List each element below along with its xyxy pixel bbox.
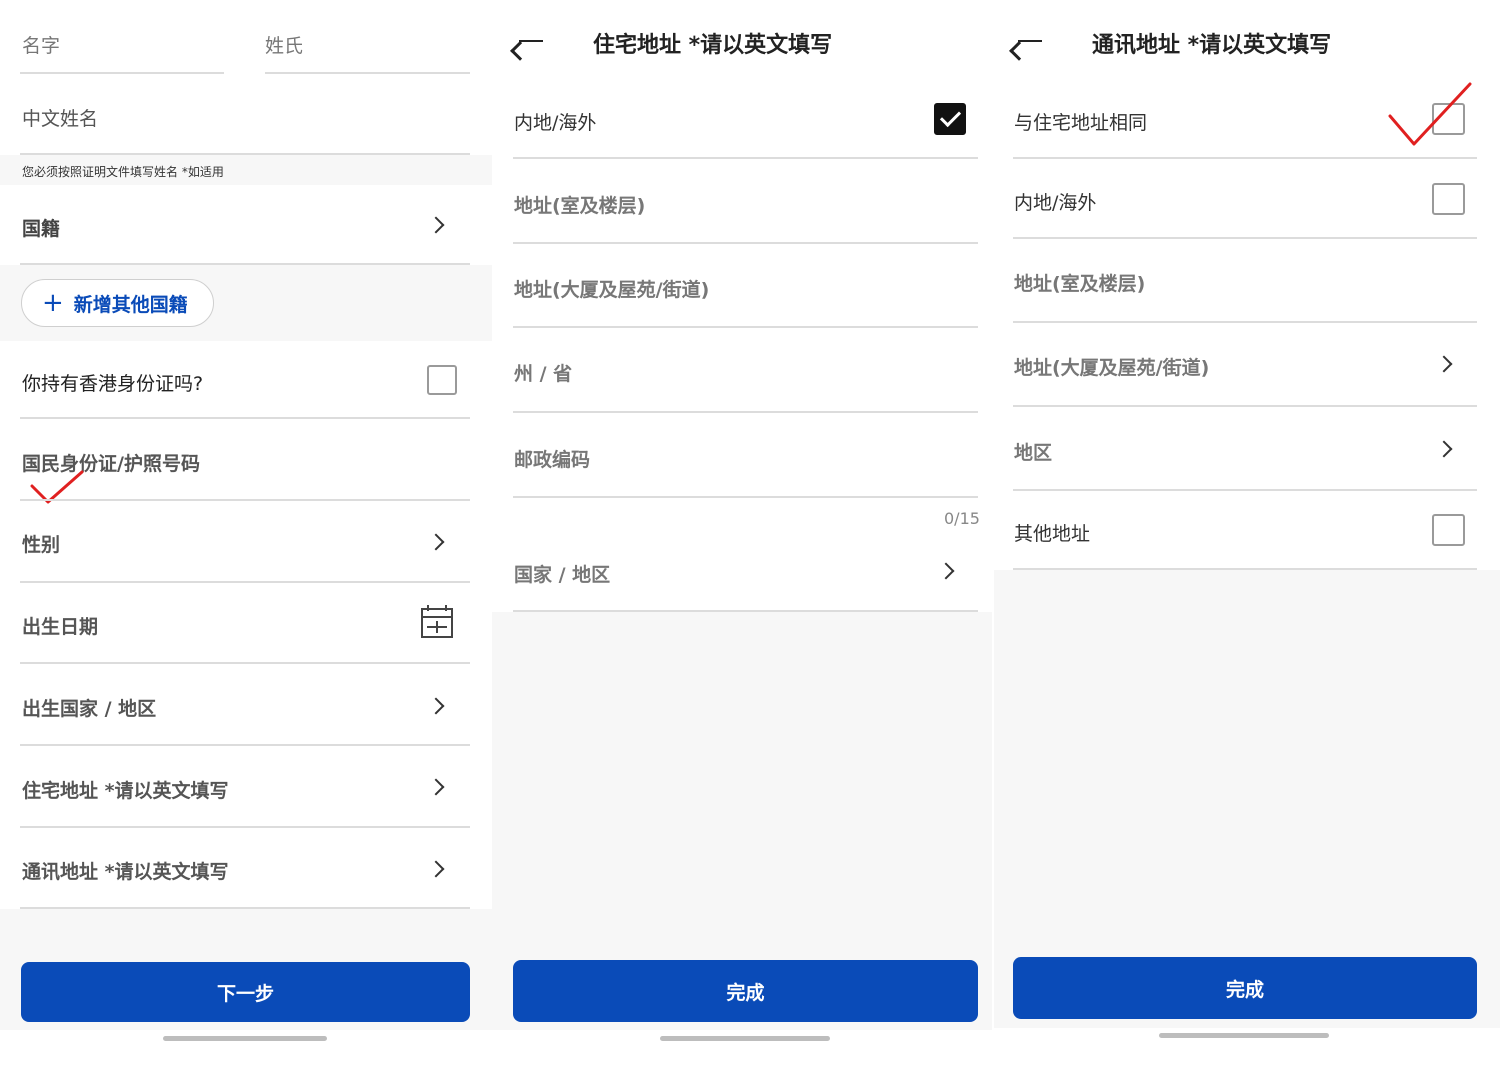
other-address-checkbox[interactable] bbox=[1432, 514, 1465, 546]
same-as-residential-label: 与住宅地址相同 bbox=[1014, 112, 1148, 134]
add-nationality-button[interactable]: + 新增其他国籍 bbox=[21, 279, 214, 327]
divider bbox=[20, 499, 470, 501]
other-address-label: 其他地址 bbox=[1014, 523, 1091, 545]
divider bbox=[513, 496, 978, 498]
country-region-row[interactable]: 国家 / 地区 bbox=[514, 560, 610, 587]
divider bbox=[513, 610, 978, 612]
divider bbox=[20, 72, 224, 74]
divider bbox=[20, 662, 470, 664]
home-indicator bbox=[163, 1036, 327, 1041]
mainland-overseas-checkbox[interactable] bbox=[934, 103, 966, 135]
done-button[interactable]: 完成 bbox=[513, 960, 978, 1022]
correspondence-address-panel: 通讯地址 *请以英文填写 与住宅地址相同 内地/海外 地址(室及楼层) 地址(大… bbox=[994, 0, 1500, 1072]
hk-id-question: 你持有香港身份证吗? bbox=[22, 373, 204, 395]
divider bbox=[1013, 321, 1477, 323]
chinese-name-field[interactable]: 中文姓名 bbox=[22, 104, 98, 131]
mainland-overseas-label: 内地/海外 bbox=[1014, 192, 1097, 214]
address-room-floor-field[interactable]: 地址(室及楼层) bbox=[514, 191, 645, 218]
divider bbox=[20, 907, 470, 909]
personal-info-panel: 名字 姓氏 中文姓名 您必须按照证明文件填写姓名 *如适用 国籍 + 新增其他国… bbox=[0, 0, 492, 1072]
nationality-row[interactable]: 国籍 bbox=[22, 214, 60, 241]
divider bbox=[1013, 237, 1477, 239]
page-title: 住宅地址 *请以英文填写 bbox=[593, 33, 833, 58]
correspondence-address-row[interactable]: 通讯地址 *请以英文填写 bbox=[22, 857, 229, 884]
last-name-field[interactable]: 姓氏 bbox=[265, 31, 303, 58]
calendar-icon[interactable] bbox=[421, 605, 453, 638]
home-indicator bbox=[660, 1036, 830, 1041]
nationality-section bbox=[0, 185, 492, 265]
region-row[interactable]: 地区 bbox=[1014, 438, 1052, 465]
divider bbox=[1013, 568, 1477, 570]
name-hint-text: 您必须按照证明文件填写姓名 *如适用 bbox=[22, 165, 224, 179]
back-arrow-icon[interactable] bbox=[1018, 40, 1042, 42]
divider bbox=[1013, 157, 1477, 159]
page-title: 通讯地址 *请以英文填写 bbox=[1092, 33, 1332, 58]
residential-address-row[interactable]: 住宅地址 *请以英文填写 bbox=[22, 776, 229, 803]
form-section bbox=[492, 0, 992, 612]
divider bbox=[513, 411, 978, 413]
address-room-floor-field[interactable]: 地址(室及楼层) bbox=[1014, 269, 1145, 296]
birth-country-row[interactable]: 出生国家 / 地区 bbox=[22, 694, 156, 721]
divider bbox=[513, 157, 978, 159]
red-check-annotation-icon bbox=[1388, 82, 1472, 146]
divider bbox=[20, 417, 470, 419]
divider bbox=[513, 326, 978, 328]
divider bbox=[20, 153, 470, 155]
address-building-street-field[interactable]: 地址(大厦及屋苑/街道) bbox=[514, 275, 709, 302]
hk-id-checkbox[interactable] bbox=[427, 365, 457, 395]
back-arrow-icon[interactable] bbox=[519, 40, 543, 42]
postal-code-counter: 0/15 bbox=[944, 509, 980, 528]
divider bbox=[265, 72, 470, 74]
divider bbox=[20, 263, 470, 265]
home-indicator bbox=[1159, 1033, 1329, 1038]
name-section bbox=[0, 0, 492, 155]
divider bbox=[20, 581, 470, 583]
postal-code-field[interactable]: 邮政编码 bbox=[514, 445, 590, 472]
divider bbox=[1013, 405, 1477, 407]
gender-row[interactable]: 性别 bbox=[22, 530, 60, 557]
add-nationality-label: 新增其他国籍 bbox=[73, 293, 188, 316]
state-province-field[interactable]: 州 / 省 bbox=[514, 359, 572, 386]
plus-icon: + bbox=[42, 288, 64, 318]
address-building-street-row[interactable]: 地址(大厦及屋苑/街道) bbox=[1014, 353, 1209, 380]
first-name-field[interactable]: 名字 bbox=[22, 31, 60, 58]
divider bbox=[513, 242, 978, 244]
divider bbox=[1013, 489, 1477, 491]
residential-address-panel: 住宅地址 *请以英文填写 内地/海外 地址(室及楼层) 地址(大厦及屋苑/街道)… bbox=[492, 0, 992, 1072]
mainland-overseas-label: 内地/海外 bbox=[514, 112, 597, 134]
divider bbox=[20, 744, 470, 746]
next-button[interactable]: 下一步 bbox=[21, 962, 470, 1022]
done-button[interactable]: 完成 bbox=[1013, 957, 1477, 1019]
mainland-overseas-checkbox[interactable] bbox=[1432, 183, 1465, 215]
divider bbox=[20, 826, 470, 828]
dob-field[interactable]: 出生日期 bbox=[22, 612, 98, 639]
